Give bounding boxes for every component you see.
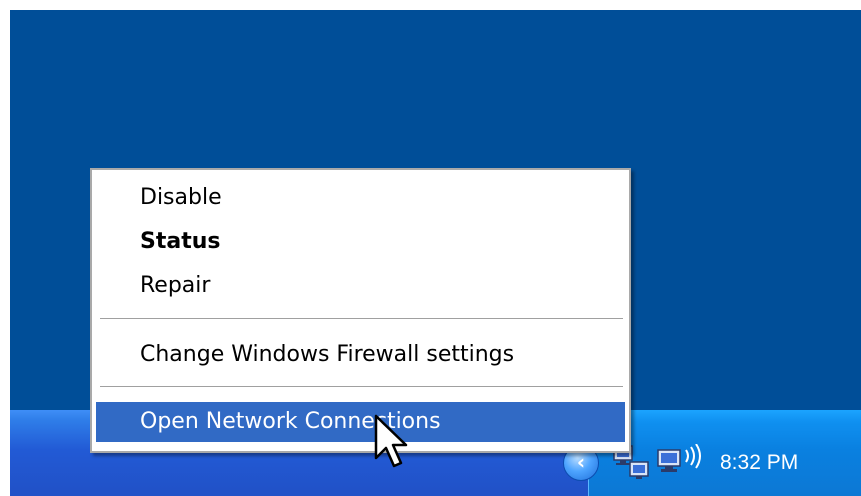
menu-item-change-firewall-settings[interactable]: Change Windows Firewall settings	[96, 335, 625, 375]
taskbar-clock[interactable]: 8:32 PM	[720, 445, 840, 481]
menu-separator	[100, 386, 623, 388]
menu-item-repair[interactable]: Repair	[96, 266, 625, 306]
menu-item-status[interactable]: Status	[96, 222, 625, 262]
menu-item-disable[interactable]: Disable	[96, 178, 625, 218]
menu-separator	[100, 318, 623, 320]
wireless-network-icon[interactable]	[656, 444, 708, 480]
mouse-pointer-icon	[374, 414, 408, 468]
menu-item-open-network-connections[interactable]: Open Network Connections	[96, 402, 625, 442]
network-context-menu: Disable Status Repair Change Windows Fir…	[90, 168, 631, 453]
